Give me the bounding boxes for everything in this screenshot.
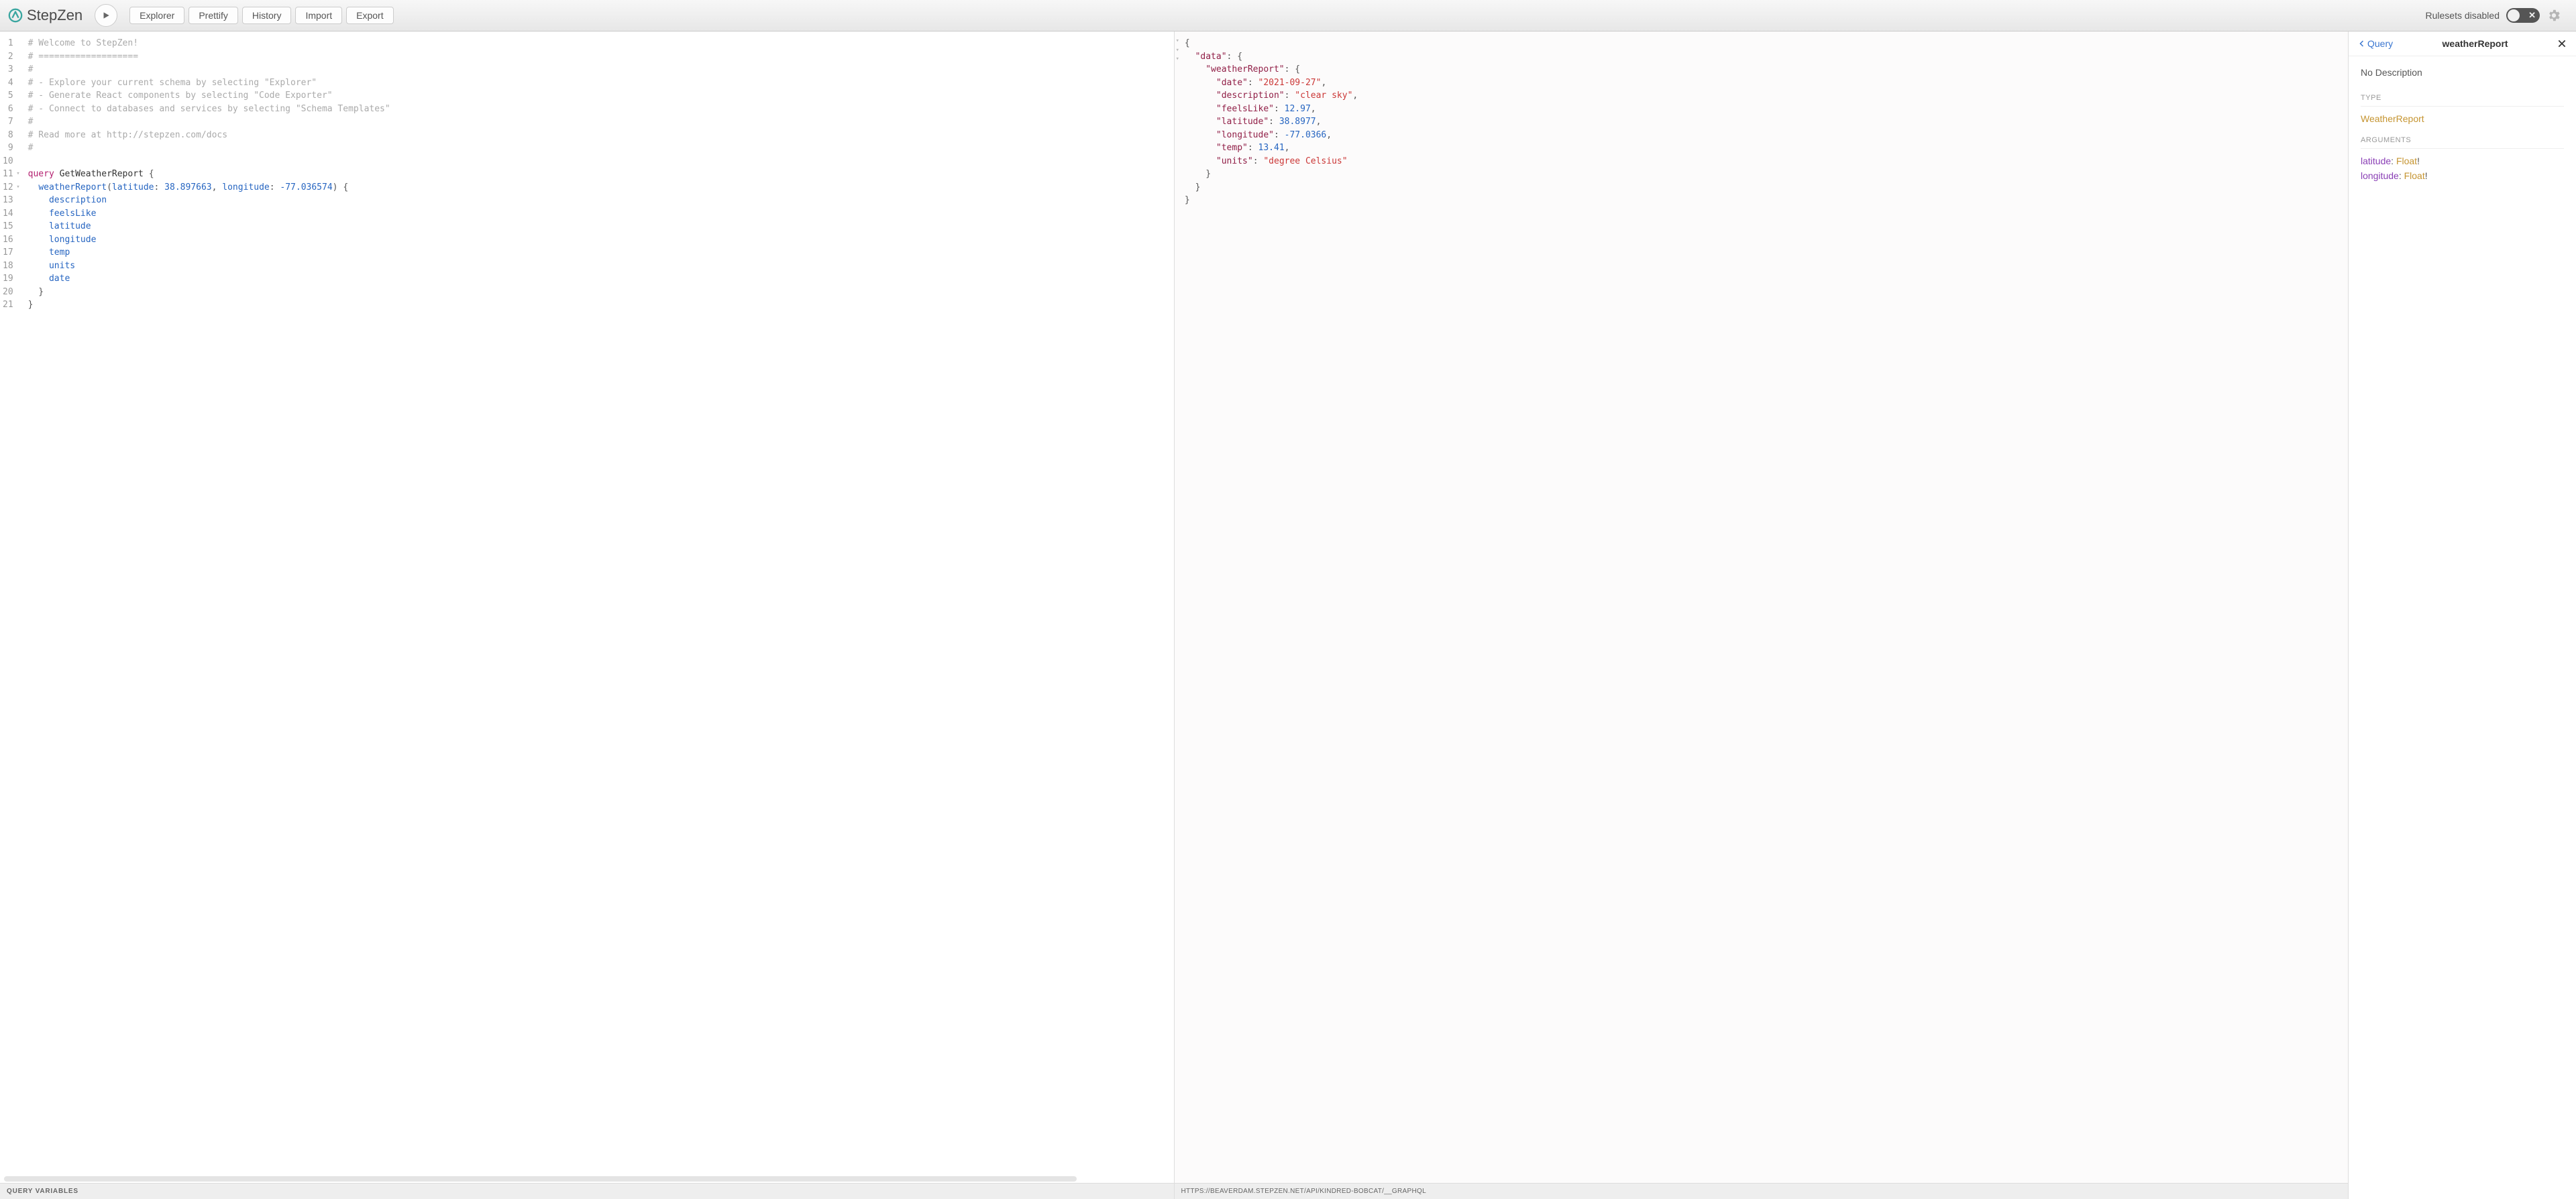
rulesets-label: Rulesets disabled	[2425, 10, 2500, 21]
close-icon[interactable]	[2557, 39, 2567, 48]
toggle-knob	[2508, 9, 2520, 21]
results-column: ▾▾▾ { "data": { "weatherReport": { "date…	[1175, 32, 2349, 1199]
rulesets-toggle[interactable]: ✕	[2506, 8, 2540, 23]
brand-icon	[8, 8, 23, 23]
run-button[interactable]	[95, 4, 117, 27]
docs-argument: longitude: Float!	[2361, 170, 2564, 181]
query-editor-column: 1234567891011▾12▾131415161718192021 # We…	[0, 32, 1175, 1199]
explorer-button[interactable]: Explorer	[129, 7, 184, 24]
docs-description: No Description	[2361, 67, 2564, 78]
docs-type-link[interactable]: WeatherReport	[2361, 113, 2564, 124]
docs-back-button[interactable]: Query	[2358, 38, 2393, 49]
arg-name: latitude	[2361, 156, 2391, 166]
docs-type-heading: TYPE	[2361, 94, 2564, 107]
main-area: 1234567891011▾12▾131415161718192021 # We…	[0, 32, 2576, 1199]
scroll-thumb[interactable]	[4, 1176, 1077, 1182]
docs-back-label: Query	[2367, 38, 2393, 49]
brand-name: StepZen	[27, 7, 83, 24]
app-root: StepZen Explorer Prettify History Import…	[0, 0, 2576, 1199]
top-toolbar: StepZen Explorer Prettify History Import…	[0, 0, 2576, 32]
play-icon	[101, 11, 111, 20]
query-code[interactable]: # Welcome to StepZen! # ================…	[24, 32, 1174, 1176]
results-viewer[interactable]: ▾▾▾ { "data": { "weatherReport": { "date…	[1175, 32, 2349, 1183]
arg-type-link[interactable]: Float	[2404, 170, 2425, 181]
chevron-left-icon	[2358, 40, 2366, 48]
prettify-button[interactable]: Prettify	[189, 7, 238, 24]
horizontal-scrollbar[interactable]	[0, 1176, 1174, 1183]
docs-panel: Query weatherReport No Description TYPE …	[2348, 32, 2576, 1199]
docs-argument: latitude: Float!	[2361, 156, 2564, 166]
docs-header: Query weatherReport	[2349, 32, 2576, 56]
docs-title: weatherReport	[2393, 38, 2557, 49]
docs-body: No Description TYPE WeatherReport ARGUME…	[2349, 56, 2576, 196]
settings-icon[interactable]	[2546, 8, 2561, 23]
brand-logo: StepZen	[8, 7, 83, 24]
export-button[interactable]: Export	[346, 7, 393, 24]
results-code: { "data": { "weatherReport": { "date": "…	[1181, 32, 2348, 1183]
history-button[interactable]: History	[242, 7, 292, 24]
toggle-off-icon: ✕	[2528, 10, 2536, 21]
arg-name: longitude	[2361, 170, 2399, 181]
query-editor[interactable]: 1234567891011▾12▾131415161718192021 # We…	[0, 32, 1174, 1176]
arg-type-link[interactable]: Float	[2396, 156, 2417, 166]
rulesets-controls: Rulesets disabled ✕	[2425, 8, 2561, 23]
import-button[interactable]: Import	[295, 7, 342, 24]
docs-arguments-heading: ARGUMENTS	[2361, 136, 2564, 149]
line-gutter: 1234567891011▾12▾131415161718192021	[0, 32, 24, 1176]
results-fold-gutter: ▾▾▾	[1175, 32, 1181, 1183]
endpoint-bar: https://beaverdam.stepzen.net/api/kindre…	[1175, 1183, 2349, 1199]
query-variables-bar[interactable]: Query Variables	[0, 1183, 1174, 1199]
